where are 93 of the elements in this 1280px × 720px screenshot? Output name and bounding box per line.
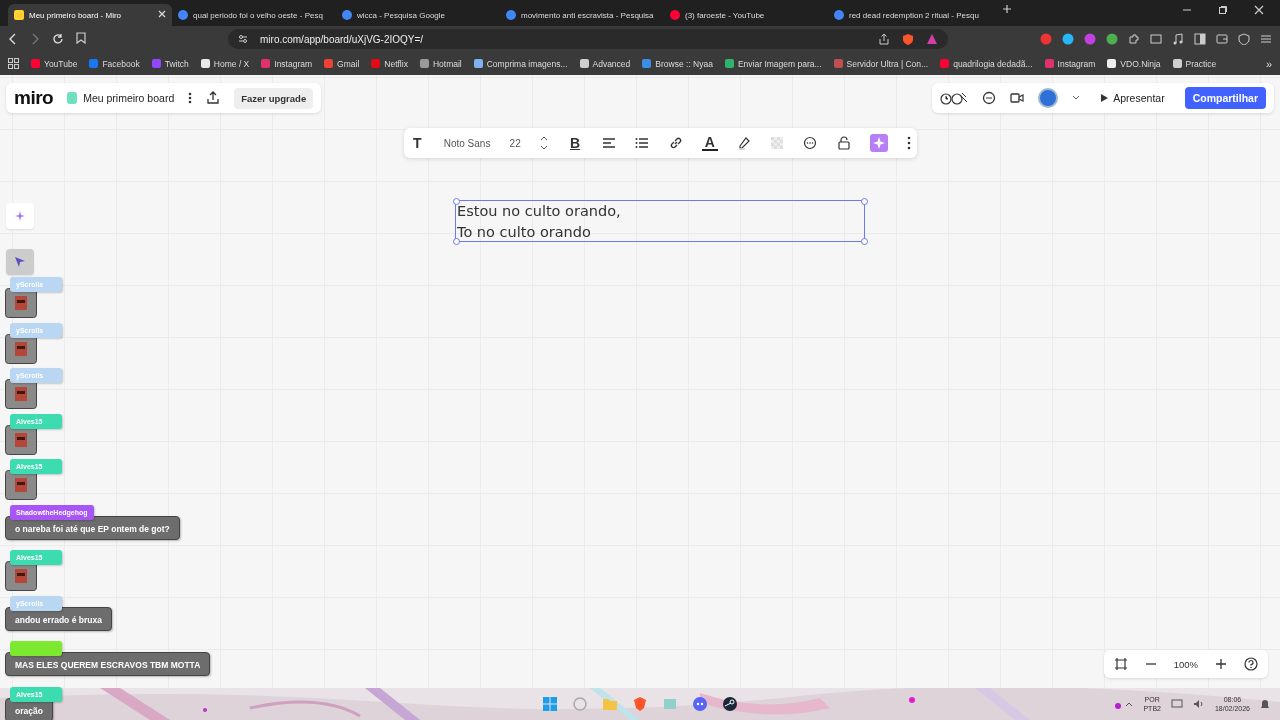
more-icon[interactable] xyxy=(188,92,193,104)
zoom-in-icon[interactable] xyxy=(1214,657,1228,671)
list-icon[interactable] xyxy=(635,136,650,150)
text-color-button[interactable]: A xyxy=(701,135,718,151)
forward-icon[interactable] xyxy=(30,33,40,45)
bookmark-icon[interactable] xyxy=(76,32,86,44)
upgrade-button[interactable]: Fazer upgrade xyxy=(234,87,314,109)
triangle-icon[interactable] xyxy=(926,33,938,45)
bookmark-link[interactable]: Home / X xyxy=(200,58,250,69)
lock-icon[interactable] xyxy=(836,136,851,150)
bookmark-link[interactable]: Gmail xyxy=(324,58,360,69)
bookmark-link[interactable]: VDO.Ninja xyxy=(1107,58,1161,69)
network-icon[interactable] xyxy=(1170,699,1183,709)
browser-tab[interactable]: Meu primeiro board - Miro xyxy=(8,4,172,26)
browser-tab[interactable]: qual periodo foi o velho oeste - Pesq xyxy=(172,4,336,26)
export-icon[interactable] xyxy=(206,91,221,105)
window-icon[interactable] xyxy=(1150,33,1162,45)
play-icon xyxy=(1100,94,1109,102)
volume-icon[interactable] xyxy=(1192,699,1205,709)
close-icon[interactable] xyxy=(1254,5,1264,15)
browser-tab[interactable]: wicca - Pesquisa Google xyxy=(336,4,500,26)
back-icon[interactable] xyxy=(8,33,18,45)
sidebar-icon[interactable] xyxy=(1194,33,1206,45)
avatar[interactable] xyxy=(1038,88,1059,108)
steam-icon[interactable] xyxy=(722,696,738,712)
align-icon[interactable] xyxy=(602,136,617,150)
bookmark-link[interactable]: YouTube xyxy=(31,58,78,69)
browser-tab[interactable]: red dead redemption 2 ritual - Pesqu xyxy=(828,4,992,26)
caret-icon[interactable] xyxy=(1072,95,1081,101)
site-settings-icon[interactable] xyxy=(238,34,248,44)
shield-icon[interactable] xyxy=(632,696,648,712)
browser-tab[interactable]: (3) faroeste - YouTube xyxy=(664,4,828,26)
extension-icon[interactable] xyxy=(1106,33,1118,45)
video-icon[interactable] xyxy=(1010,92,1025,104)
notification-icon[interactable] xyxy=(1260,698,1270,710)
shield-icon[interactable] xyxy=(902,32,914,46)
chevron-icon[interactable] xyxy=(1125,701,1134,707)
menu-icon[interactable] xyxy=(1260,33,1272,45)
bold-button[interactable]: B xyxy=(567,135,584,151)
apps-icon[interactable] xyxy=(8,58,19,69)
text-line: To no culto orando xyxy=(457,223,592,242)
wallet-icon[interactable] xyxy=(1216,33,1228,45)
share-button[interactable]: Compartilhar xyxy=(1184,87,1266,109)
extension-icon[interactable] xyxy=(1062,33,1074,45)
cursor-icon[interactable] xyxy=(14,256,26,268)
font-dropdown[interactable]: Noto Sans xyxy=(443,137,491,149)
help-icon[interactable] xyxy=(1244,657,1258,671)
bookmark-link[interactable]: Netflix xyxy=(371,58,408,69)
bookmark-link[interactable]: Browse :: Nyaa xyxy=(642,58,713,69)
sparkle-icon[interactable] xyxy=(869,134,888,152)
shield-icon[interactable] xyxy=(1238,33,1250,45)
discord-icon[interactable] xyxy=(692,696,708,712)
board-icon xyxy=(67,92,78,104)
bookmark-link[interactable]: Enviar Imagem para... xyxy=(724,58,822,69)
board-name[interactable]: Meu primeiro board xyxy=(83,92,175,104)
bookmark-link[interactable]: Hotmail xyxy=(419,58,462,69)
restore-icon[interactable] xyxy=(1218,5,1228,15)
bookmark-link[interactable]: Comprima imagens... xyxy=(473,58,568,69)
stepper-icon[interactable] xyxy=(539,136,548,150)
extension-icon[interactable] xyxy=(1040,33,1052,45)
sparkle-icon[interactable] xyxy=(14,210,26,222)
text-line: Estou no culto orando, xyxy=(457,202,622,221)
new-tab-icon[interactable] xyxy=(1002,4,1012,14)
bookmark-link[interactable]: Instagram xyxy=(1044,58,1096,69)
link-icon[interactable] xyxy=(668,136,683,150)
address-bar[interactable]: miro.com/app/board/uXjVG-2IOQY=/ xyxy=(228,29,948,49)
windows-start-icon[interactable] xyxy=(542,696,558,712)
fit-icon[interactable] xyxy=(1113,657,1128,671)
comment-icon[interactable] xyxy=(803,136,818,150)
miro-logo[interactable]: miro xyxy=(14,87,54,109)
present-button[interactable]: Apresentar xyxy=(1094,87,1171,109)
zoom-level[interactable]: 100% xyxy=(1173,658,1198,670)
puzzle-icon[interactable] xyxy=(1128,33,1140,45)
chat-message: MAS ELES QUEREM ESCRAVOS TBM MOTTA xyxy=(5,652,211,676)
bookmark-link[interactable]: Practice xyxy=(1172,58,1217,69)
more-icon[interactable] xyxy=(906,136,911,150)
bookmark-link[interactable]: quadrilogia dedadã... xyxy=(940,58,1033,69)
browser-tab[interactable]: movimento anti escravista - Pesquisa xyxy=(500,4,664,26)
reload-icon[interactable] xyxy=(52,33,64,45)
music-icon[interactable] xyxy=(1172,33,1184,45)
highlighter-icon[interactable] xyxy=(737,136,752,150)
more-bookmarks-button[interactable]: » xyxy=(1265,57,1272,70)
share-icon[interactable] xyxy=(878,33,890,45)
text-box[interactable]: Estou no culto orando, To no culto orando xyxy=(455,200,865,242)
bookmark-link[interactable]: Twitch xyxy=(151,58,189,69)
bookmark-link[interactable]: Instagram xyxy=(261,58,313,69)
bookmark-link[interactable]: Advanced xyxy=(579,58,631,69)
bookmark-link[interactable]: Facebook xyxy=(89,58,140,69)
bookmark-link[interactable]: Servidor Ultra | Con... xyxy=(833,58,929,69)
close-icon[interactable] xyxy=(158,10,166,18)
extension-icon[interactable] xyxy=(1084,33,1096,45)
font-size-field[interactable]: 22 xyxy=(509,137,521,149)
text-tool[interactable]: T xyxy=(410,135,425,151)
